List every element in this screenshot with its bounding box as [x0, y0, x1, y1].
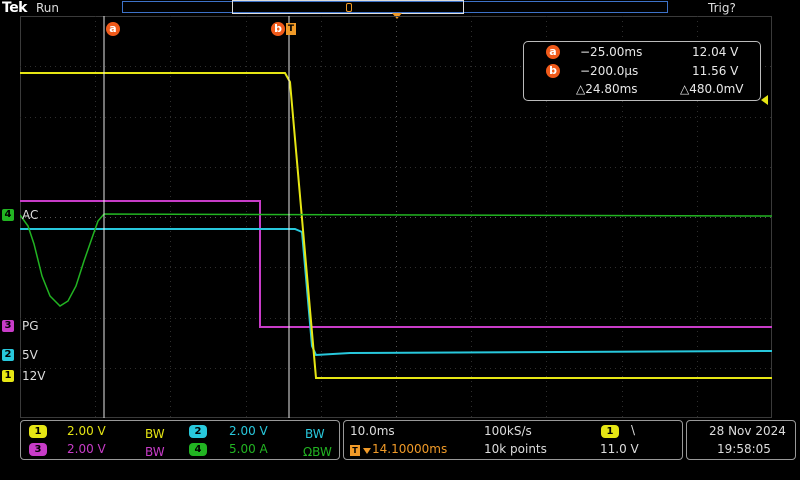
readout-b-badge: b [546, 64, 560, 78]
bottom-status: 1 2.00 V BW 2 2.00 V BW 3 2.00 V BW 4 5.… [0, 418, 800, 480]
time: 19:58:05 [717, 442, 771, 456]
ch1-pill[interactable]: 1 [29, 425, 47, 438]
record-center-marker [346, 3, 352, 12]
readout-delta-value: △480.0mV [680, 82, 744, 96]
ch3-bw: BW [145, 445, 165, 459]
ch4-pill[interactable]: 4 [189, 443, 207, 456]
marker-ch1-tag: 1 [2, 370, 14, 382]
readout-a-value: 12.04 V [692, 45, 739, 59]
marker-ch1-label: 12V [22, 369, 46, 383]
cursor-readout: a −25.00ms 12.04 V b −200.0µs 11.56 V △2… [523, 41, 761, 101]
waveform-ch3-pg [20, 200, 772, 328]
trigger-source-pill[interactable]: 1 [601, 425, 619, 438]
marker-ch3-label: PG [22, 319, 39, 333]
trigger-level-arrow [761, 95, 768, 105]
marker-ch2-label: 5V [22, 348, 38, 362]
readout-a-badge: a [546, 45, 560, 59]
ch4-bw: ΩBW [303, 445, 332, 459]
ch1-bw: BW [145, 427, 165, 441]
readout-row-a: a −25.00ms 12.04 V [524, 45, 760, 61]
channel-settings-panel[interactable]: 1 2.00 V BW 2 2.00 V BW 3 2.00 V BW 4 5.… [20, 420, 340, 460]
waveform-ch1-12v [20, 72, 772, 379]
marker-ch3-tag: 3 [2, 320, 14, 332]
marker-ch4-label: AC [22, 208, 39, 222]
trigger-position: 14.10000ms [372, 442, 448, 456]
trigger-state: Trig? [708, 1, 736, 15]
trigger-marker-t: T [286, 23, 296, 35]
readout-a-time: −25.00ms [580, 45, 643, 59]
waveform-ch4-ac [20, 213, 772, 307]
run-state[interactable]: Run [36, 1, 59, 15]
readout-b-time: −200.0µs [580, 64, 639, 78]
cursor-b-badge[interactable]: b [271, 22, 285, 36]
record-length: 10k points [484, 442, 547, 456]
readout-delta-time: △24.80ms [576, 82, 638, 96]
timebase-scale: 10.0ms [350, 424, 395, 438]
brand-logo: Tek [2, 0, 28, 16]
waveforms [20, 72, 772, 379]
ch3-pill[interactable]: 3 [29, 443, 47, 456]
readout-b-value: 11.56 V [692, 64, 739, 78]
ch2-bw: BW [305, 427, 325, 441]
readout-row-delta: △24.80ms △480.0mV [524, 82, 760, 98]
trigger-pos-arrow-icon [363, 448, 371, 454]
ch2-pill[interactable]: 2 [189, 425, 207, 438]
ch1-scale: 2.00 V [67, 424, 106, 438]
ch4-scale: 5.00 A [229, 442, 268, 456]
timebase-trigger-panel[interactable]: 10.0ms 100kS/s 1 \ T 14.10000ms 10k poin… [343, 420, 683, 460]
ch3-scale: 2.00 V [67, 442, 106, 456]
trigger-slope-icon: \ [631, 423, 636, 437]
date: 28 Nov 2024 [709, 424, 786, 438]
marker-ch2-tag: 2 [2, 349, 14, 361]
readout-row-b: b −200.0µs 11.56 V [524, 64, 760, 80]
sample-rate: 100kS/s [484, 424, 532, 438]
trigger-pos-icon: T [350, 445, 360, 456]
marker-ch4-tag: 4 [2, 209, 14, 221]
datetime-panel: 28 Nov 2024 19:58:05 [686, 420, 796, 460]
ch2-scale: 2.00 V [229, 424, 268, 438]
trigger-level: 11.0 V [600, 442, 639, 456]
cursor-a-badge[interactable]: a [106, 22, 120, 36]
